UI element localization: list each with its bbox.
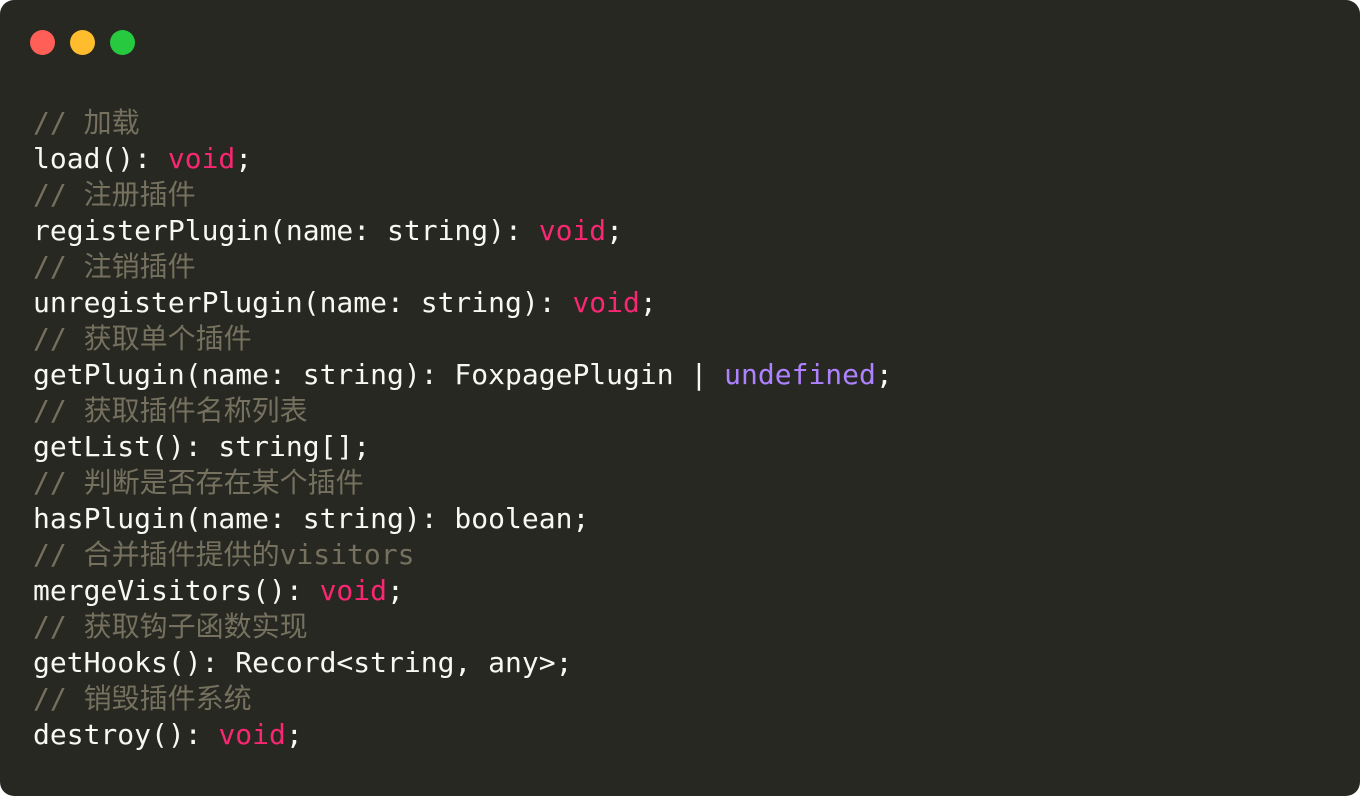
code-comment-line: // 注销插件 (33, 249, 893, 285)
code-token-comment: // 获取插件名称列表 (33, 394, 308, 427)
code-comment-line: // 加载 (33, 105, 893, 141)
code-line: registerPlugin(name: string): void; (33, 213, 893, 249)
code-window: // 加载 load(): void;// 注册插件 registerPlugin(… (0, 0, 1360, 796)
code-token-plain: getPlugin(name: string): FoxpagePlugin | (33, 358, 725, 391)
code-token-plain: getList(): string[]; (33, 430, 371, 463)
code-comment-line: // 判断是否存在某个插件 (33, 465, 893, 501)
code-token-plain: mergeVisitors(): (33, 574, 320, 607)
code-token-plain: ; (875, 358, 893, 391)
code-line: mergeVisitors(): void; (33, 573, 893, 609)
code-token-comment: // 加载 (33, 106, 140, 139)
code-token-comment: // 获取单个插件 (33, 322, 252, 355)
code-line: load(): void; (33, 141, 893, 177)
code-token-plain: hasPlugin(name: string): boolean; (33, 502, 590, 535)
code-token-plain: registerPlugin(name: string): (33, 214, 539, 247)
code-comment-line: // 合并插件提供的visitors (33, 537, 893, 573)
code-line: getPlugin(name: string): FoxpagePlugin |… (33, 357, 893, 393)
code-token-plain: ; (639, 286, 657, 319)
code-token-plain: destroy(): (33, 718, 219, 751)
code-token-comment: // 销毁插件系统 (33, 682, 252, 715)
close-button[interactable] (30, 30, 55, 55)
code-token-keyword: void (538, 214, 607, 247)
code-token-plain: ; (606, 214, 624, 247)
code-line: unregisterPlugin(name: string): void; (33, 285, 893, 321)
code-token-constant: undefined (724, 358, 876, 391)
code-line: destroy(): void; (33, 717, 893, 753)
code-token-keyword: void (319, 574, 388, 607)
zoom-button[interactable] (110, 30, 135, 55)
code-line: getList(): string[]; (33, 429, 893, 465)
code-token-plain: getHooks(): Record<string, any>; (33, 646, 573, 679)
code-block: // 加载 load(): void;// 注册插件 registerPlugin(… (33, 105, 893, 753)
window-controls (30, 30, 135, 55)
code-token-comment: // 合并插件提供的visitors (33, 538, 415, 571)
code-token-plain: ; (285, 718, 303, 751)
code-token-keyword: void (572, 286, 640, 319)
minimize-button[interactable] (70, 30, 95, 55)
code-token-comment: // 获取钩子函数实现 (33, 610, 308, 643)
code-comment-line: // 获取单个插件 (33, 321, 893, 357)
code-token-comment: // 注册插件 (33, 178, 196, 211)
code-token-keyword: void (167, 142, 236, 175)
code-token-plain: ; (235, 142, 253, 175)
code-line: getHooks(): Record<string, any>; (33, 645, 893, 681)
code-token-keyword: void (218, 718, 286, 751)
code-token-plain: load(): (33, 142, 168, 175)
code-token-comment: // 判断是否存在某个插件 (33, 466, 364, 499)
code-line: hasPlugin(name: string): boolean; (33, 501, 893, 537)
code-comment-line: // 获取钩子函数实现 (33, 609, 893, 645)
code-token-plain: ; (387, 574, 404, 607)
code-token-plain: unregisterPlugin(name: string): (33, 286, 573, 319)
code-comment-line: // 注册插件 (33, 177, 893, 213)
code-comment-line: // 获取插件名称列表 (33, 393, 893, 429)
code-token-comment: // 注销插件 (33, 250, 196, 283)
code-comment-line: // 销毁插件系统 (33, 681, 893, 717)
